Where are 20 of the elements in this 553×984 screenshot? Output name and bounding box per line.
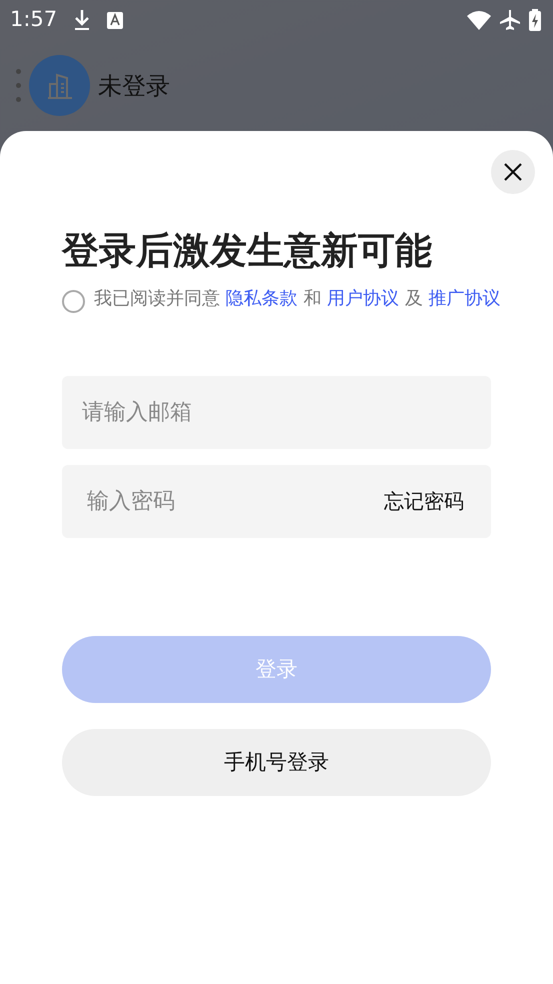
battery-icon xyxy=(529,9,541,31)
sheet-title: 登录后激发生意新可能 xyxy=(62,228,433,274)
building-icon xyxy=(46,72,74,100)
download-icon xyxy=(73,9,92,31)
agreement-text: 我已阅读并同意 隐私条款 和 用户协议 及 推广协议 xyxy=(94,287,501,312)
airplane-icon xyxy=(499,9,521,31)
forgot-password-link[interactable]: 忘记密码 xyxy=(384,486,464,516)
phone-login-button[interactable]: 手机号登录 xyxy=(62,728,491,796)
agreement-link[interactable]: 隐私条款 xyxy=(226,288,298,310)
keyboard-icon xyxy=(107,12,124,28)
close-icon xyxy=(503,162,523,182)
login-status-text: 未登录 xyxy=(98,70,170,102)
agreement-checkbox[interactable] xyxy=(62,290,85,314)
agreement-link[interactable]: 推广协议 xyxy=(428,288,501,310)
email-field[interactable]: 请输入邮箱 xyxy=(62,376,491,449)
agreement-link[interactable]: 用户协议 xyxy=(327,288,400,310)
more-icon[interactable] xyxy=(16,69,21,102)
close-button[interactable] xyxy=(491,150,535,194)
wifi-icon xyxy=(467,10,491,30)
status-time: 1:57 xyxy=(10,6,58,34)
